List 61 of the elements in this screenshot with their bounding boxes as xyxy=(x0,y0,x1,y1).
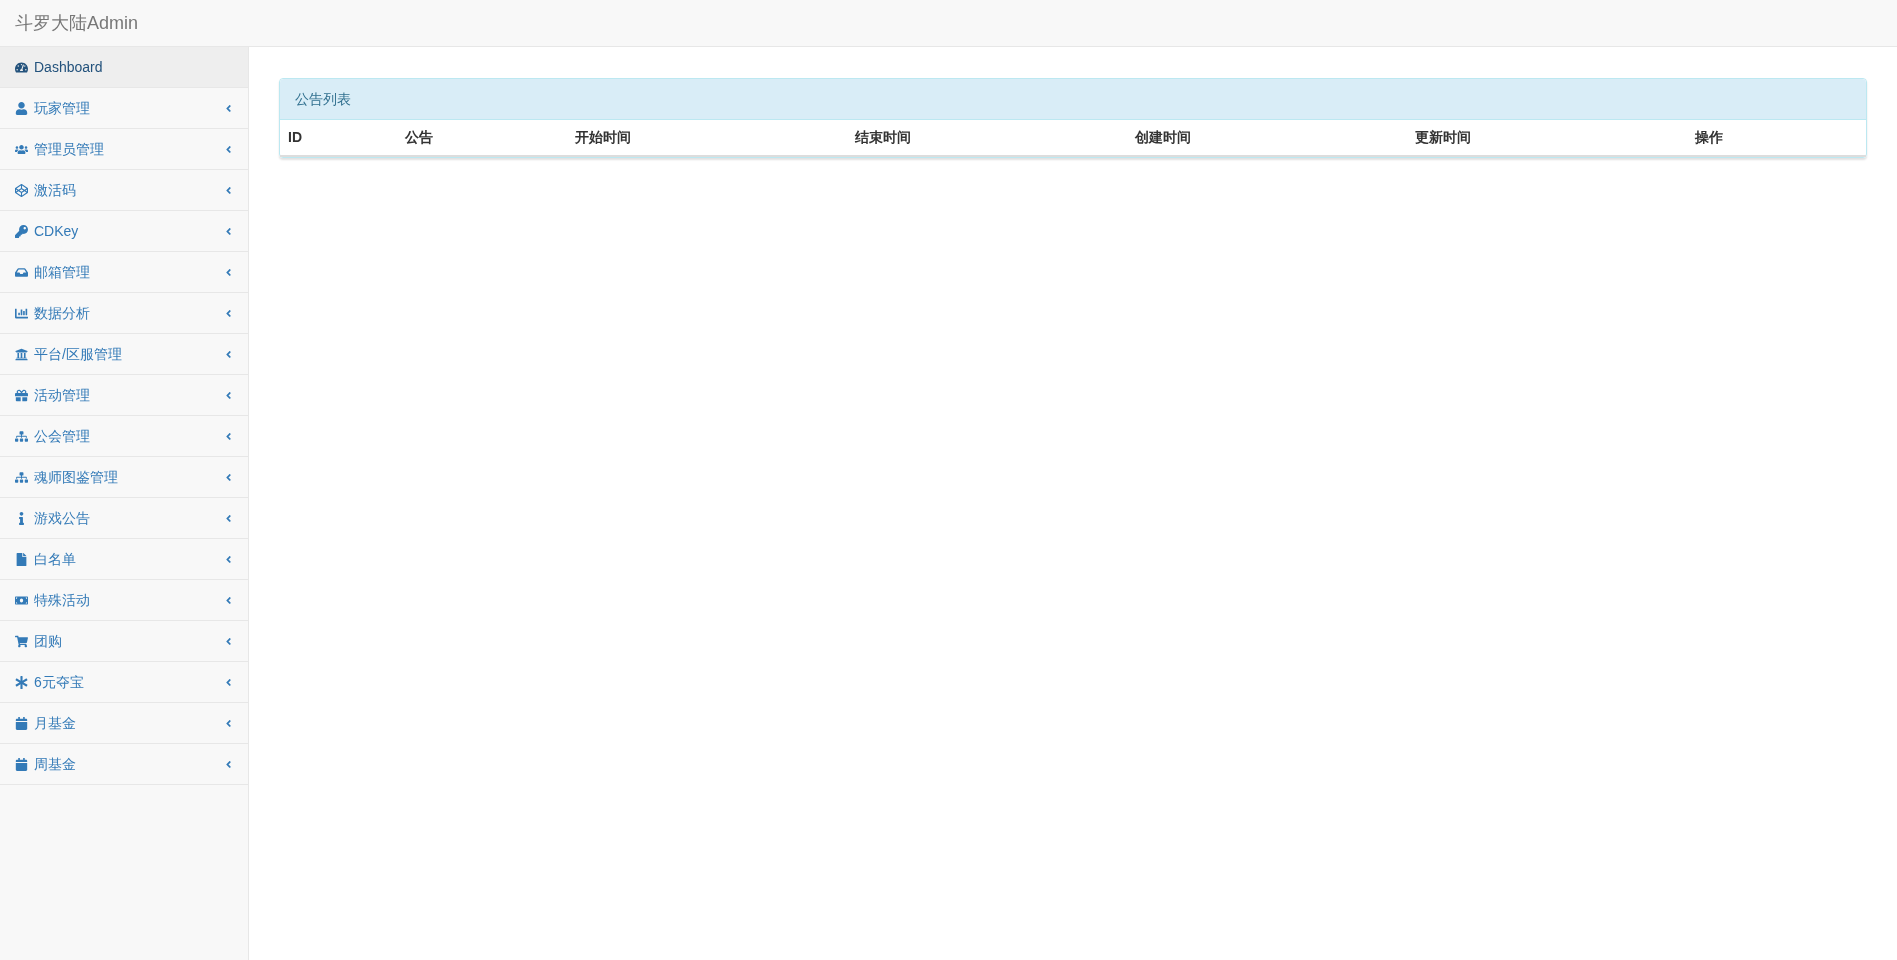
sidebar-item[interactable]: CDKey xyxy=(0,211,248,252)
sidebar-label: 邮箱管理 xyxy=(34,262,90,282)
sidebar-label: 数据分析 xyxy=(34,303,90,323)
sidebar-item[interactable]: 周基金 xyxy=(0,744,248,785)
cube-icon xyxy=(14,183,28,197)
sidebar-item[interactable]: 激活码 xyxy=(0,170,248,211)
sidebar-label: 游戏公告 xyxy=(34,508,90,528)
sidebar-label: 活动管理 xyxy=(34,385,90,405)
sidebar-item[interactable]: 月基金 xyxy=(0,703,248,744)
bank-icon xyxy=(14,347,28,361)
sidebar-label: 白名单 xyxy=(34,549,76,569)
sitemap-icon xyxy=(14,429,28,443)
sidebar-item[interactable]: Dashboard xyxy=(0,47,248,88)
sidebar-label: 玩家管理 xyxy=(34,98,90,118)
panel-title: 公告列表 xyxy=(295,89,351,109)
brand-title[interactable]: 斗罗大陆Admin xyxy=(15,9,139,37)
sidebar-label: 月基金 xyxy=(34,713,76,733)
sidebar-item[interactable]: 玩家管理 xyxy=(0,88,248,129)
sidebar-item[interactable]: 活动管理 xyxy=(0,375,248,416)
sidebar-item[interactable]: 游戏公告 xyxy=(0,498,248,539)
user-icon xyxy=(14,101,28,115)
sidebar-item[interactable]: 6元夺宝 xyxy=(0,662,248,703)
sidebar-label: 特殊活动 xyxy=(34,590,90,610)
column-header: 结束时间 xyxy=(854,128,911,147)
users-icon xyxy=(14,142,28,156)
sidebar-item[interactable]: 邮箱管理 xyxy=(0,252,248,293)
gauge-icon xyxy=(14,60,28,74)
sidebar-label: 魂师图鉴管理 xyxy=(34,467,118,487)
key-icon xyxy=(14,224,28,238)
sidebar-label: 团购 xyxy=(34,631,62,651)
sidebar-label: 管理员管理 xyxy=(34,139,104,159)
sidebar-label: CDKey xyxy=(34,221,79,241)
file-icon xyxy=(14,552,28,566)
gift-icon xyxy=(14,388,28,402)
bar-chart-icon xyxy=(14,306,28,320)
column-header: 公告 xyxy=(404,128,433,147)
calendar-icon xyxy=(14,757,28,771)
sidebar-item[interactable]: 公会管理 xyxy=(0,416,248,457)
asterisk-icon xyxy=(14,675,28,689)
column-header: 创建时间 xyxy=(1134,128,1191,147)
calendar-icon xyxy=(14,716,28,730)
cart-icon xyxy=(14,634,28,648)
sidebar-item[interactable]: 白名单 xyxy=(0,539,248,580)
column-header: 更新时间 xyxy=(1414,128,1471,147)
sidebar-item[interactable]: 管理员管理 xyxy=(0,129,248,170)
sidebar-label: 激活码 xyxy=(34,180,76,200)
sidebar-item[interactable]: 团购 xyxy=(0,621,248,662)
sidebar-label: 6元夺宝 xyxy=(34,672,84,692)
sidebar-item[interactable]: 平台/区服管理 xyxy=(0,334,248,375)
sidebar-label: 公会管理 xyxy=(34,426,90,446)
sidebar-item[interactable]: 魂师图鉴管理 xyxy=(0,457,248,498)
column-header: ID xyxy=(288,128,302,147)
column-header: 开始时间 xyxy=(574,128,631,147)
inbox-icon xyxy=(14,265,28,279)
sitemap-icon xyxy=(14,470,28,484)
sidebar-item[interactable]: 特殊活动 xyxy=(0,580,248,621)
sidebar-label: 周基金 xyxy=(34,754,76,774)
column-header: 操作 xyxy=(1694,128,1723,147)
sidebar-item[interactable]: 数据分析 xyxy=(0,293,248,334)
sidebar-label: Dashboard xyxy=(34,57,103,77)
sidebar-label: 平台/区服管理 xyxy=(34,344,122,364)
